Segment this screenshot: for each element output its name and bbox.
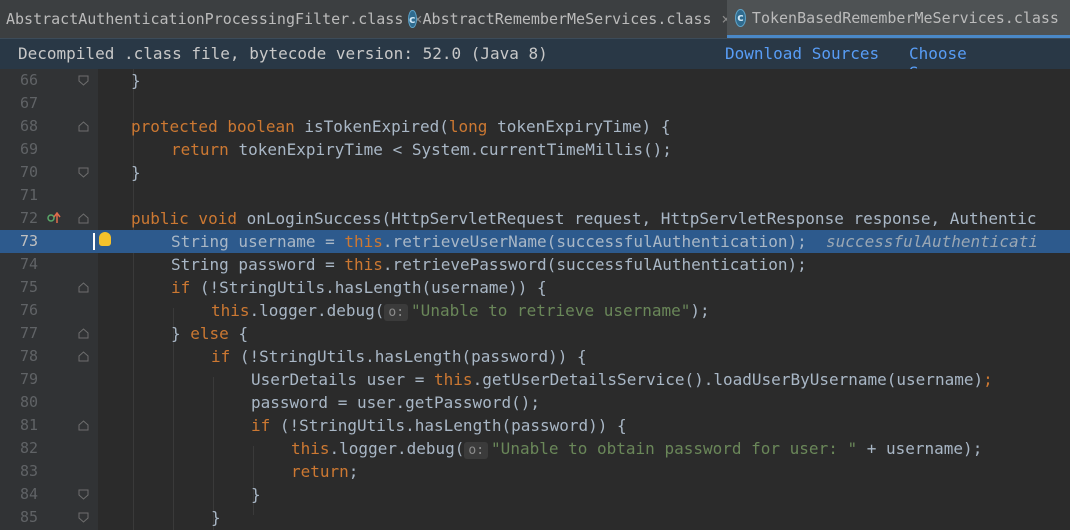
fold-start-icon[interactable]: [78, 282, 89, 293]
code-line-85: 85 }: [0, 506, 1070, 529]
line-number: 80: [19, 393, 38, 411]
code-line-76: 76 this.logger.debug(o: "Unable to retrie…: [0, 299, 1070, 322]
code-line-84: 84 }: [0, 483, 1070, 506]
inline-debug-value: successfulAuthenticati: [826, 232, 1038, 251]
editor-tab-bar: AbstractAuthenticationProcessingFilter.c…: [0, 0, 1070, 39]
line-number: 75: [19, 278, 38, 296]
class-icon: c: [735, 8, 746, 27]
line-number: 68: [19, 117, 38, 135]
fold-start-icon[interactable]: [78, 121, 89, 132]
code-line-69: 69 return tokenExpiryTime < System.curre…: [0, 138, 1070, 161]
decompiled-banner: Decompiled .class file, bytecode version…: [0, 38, 1070, 82]
class-icon: c: [408, 10, 417, 28]
code-text: if (!StringUtils.hasLength(password)) {: [211, 347, 587, 366]
download-sources-link[interactable]: Download Sources: [725, 44, 879, 63]
line-number: 84: [19, 485, 38, 503]
code-line-78: 78 if (!StringUtils.hasLength(password))…: [0, 345, 1070, 368]
code-text: String password = this.retrievePassword(…: [171, 255, 807, 274]
code-line-81: 81 if (!StringUtils.hasLength(password))…: [0, 414, 1070, 437]
code-line-67: 67: [0, 92, 1070, 115]
code-line-66: 66 }: [0, 69, 1070, 92]
code-text: protected boolean isTokenExpired(long to…: [131, 117, 671, 136]
code-line-74: 74 String password = this.retrievePasswo…: [0, 253, 1070, 276]
code-line-82: 82 this.logger.debug(o: "Unable to obtain…: [0, 437, 1070, 460]
line-number: 69: [19, 140, 38, 158]
code-text: return tokenExpiryTime < System.currentT…: [171, 140, 672, 159]
code-line-77: 77 } else {: [0, 322, 1070, 345]
code-text: }: [131, 71, 141, 90]
fold-end-icon[interactable]: [78, 167, 89, 178]
banner-message: Decompiled .class file, bytecode version…: [18, 44, 548, 63]
tab-label: AbstractRememberMeServices.class: [422, 10, 712, 28]
code-text: public void onLoginSuccess(HttpServletRe…: [131, 209, 1037, 228]
override-method-icon[interactable]: [47, 212, 61, 224]
code-line-75: 75 if (!StringUtils.hasLength(username))…: [0, 276, 1070, 299]
code-text: password = user.getPassword();: [251, 393, 540, 412]
parameter-hint: o:: [384, 304, 409, 321]
code-text: this.logger.debug(o: "Unable to obtain pa…: [291, 439, 983, 459]
line-number: 66: [19, 71, 38, 89]
code-text: return;: [291, 462, 359, 481]
line-number: 78: [19, 347, 38, 365]
line-number: 77: [19, 324, 38, 342]
code-text: if (!StringUtils.hasLength(password)) {: [251, 416, 627, 435]
code-line-72: 72 public void onLoginSuccess(HttpServle…: [0, 207, 1070, 230]
code-text: } else {: [171, 324, 249, 343]
line-number: 81: [19, 416, 38, 434]
fold-end-icon[interactable]: [78, 75, 89, 86]
code-text: }: [251, 485, 261, 504]
code-line-70: 70 }: [0, 161, 1070, 184]
code-line-83: 83 return;: [0, 460, 1070, 483]
fold-end-icon[interactable]: [78, 512, 89, 523]
line-number: 79: [19, 370, 38, 388]
line-number: 72: [19, 209, 38, 227]
fold-start-icon[interactable]: [78, 351, 89, 362]
code-text: String username = this.retrieveUserName(…: [171, 232, 1038, 251]
fold-start-icon[interactable]: [78, 328, 89, 339]
tab-abstract-authentication-processing-filter[interactable]: AbstractAuthenticationProcessingFilter.c…: [0, 0, 422, 38]
parameter-hint: o:: [464, 442, 489, 459]
code-text: this.logger.debug(o: "Unable to retrieve …: [211, 301, 710, 321]
line-number: 76: [19, 301, 38, 319]
code-line-68: 68 protected boolean isTokenExpired(long…: [0, 115, 1070, 138]
fold-start-icon[interactable]: [78, 213, 89, 224]
line-number: 82: [19, 439, 38, 457]
code-line-80: 80 password = user.getPassword();: [0, 391, 1070, 414]
line-number: 74: [19, 255, 38, 273]
line-number: 70: [19, 163, 38, 181]
fold-start-icon[interactable]: [78, 420, 89, 431]
line-number: 67: [19, 94, 38, 112]
lightbulb-icon[interactable]: [99, 232, 111, 246]
code-line-79: 79 UserDetails user = this.getUserDetail…: [0, 368, 1070, 391]
code-text: }: [131, 163, 141, 182]
text-caret: [93, 233, 95, 250]
code-line-73-current: 73 String username = this.retrieveUserNa…: [0, 230, 1070, 253]
tab-label: AbstractAuthenticationProcessingFilter.c…: [6, 10, 404, 28]
line-number: 73: [19, 232, 38, 250]
code-lines: 66 } 67 68 protected boolean isTokenExpi…: [0, 69, 1070, 530]
line-number: 83: [19, 462, 38, 480]
code-text: }: [211, 508, 221, 527]
line-number: 71: [19, 186, 38, 204]
tab-token-based-remember-me-services[interactable]: c TokenBasedRememberMeServices.class ×: [727, 0, 1070, 38]
code-line-71: 71: [0, 184, 1070, 207]
tab-abstract-remember-me-services[interactable]: c AbstractRememberMeServices.class ×: [400, 0, 731, 38]
fold-end-icon[interactable]: [78, 489, 89, 500]
tab-label: TokenBasedRememberMeServices.class: [751, 8, 1059, 27]
line-number: 85: [19, 508, 38, 526]
code-text: UserDetails user = this.getUserDetailsSe…: [251, 370, 993, 389]
code-text: if (!StringUtils.hasLength(username)) {: [171, 278, 547, 297]
